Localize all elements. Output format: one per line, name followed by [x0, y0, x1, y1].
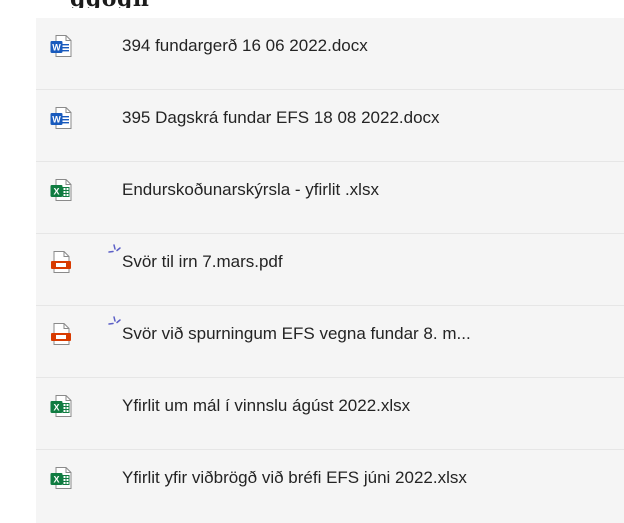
file-row[interactable]: X Yfirlit um mál í vinnslu ágúst 2022.xl…: [36, 378, 624, 450]
file-name: Svör við spurningum EFS vegna fundar 8. …: [122, 324, 471, 343]
file-name: Yfirlit yfir viðbrögð við bréfi EFS júni…: [122, 468, 467, 487]
excel-icon: X: [50, 466, 72, 490]
svg-text:X: X: [53, 186, 59, 196]
file-name: 395 Dagskrá fundar EFS 18 08 2022.docx: [122, 108, 440, 127]
file-row[interactable]: X Endurskoðunarskýrsla - yfirlit .xlsx: [36, 162, 624, 234]
file-name: 394 fundargerð 16 06 2022.docx: [122, 36, 368, 55]
section-heading: ggögn: [70, 0, 160, 8]
word-icon: W: [50, 34, 72, 58]
file-name: Yfirlit um mál í vinnslu ágúst 2022.xlsx: [122, 396, 411, 415]
file-name: Endurskoðunarskýrsla - yfirlit .xlsx: [122, 180, 379, 199]
pdf-icon: [50, 322, 72, 346]
file-row[interactable]: W 395 Dagskrá fundar EFS 18 08 2022.docx: [36, 90, 624, 162]
section-heading-text: ggögn: [70, 0, 149, 8]
file-list: W 394 fundargerð 16 06 2022.docx W 395 D…: [36, 18, 624, 523]
file-row[interactable]: X Yfirlit yfir viðbrögð við bréfi EFS jú…: [36, 450, 624, 522]
excel-icon: X: [50, 178, 72, 202]
file-row[interactable]: W 394 fundargerð 16 06 2022.docx: [36, 18, 624, 90]
svg-text:W: W: [52, 42, 61, 52]
file-name: Svör til irn 7.mars.pdf: [122, 252, 283, 271]
excel-icon: X: [50, 394, 72, 418]
svg-text:W: W: [52, 114, 61, 124]
svg-text:X: X: [53, 402, 59, 412]
file-row[interactable]: Svör til irn 7.mars.pdf: [36, 234, 624, 306]
word-icon: W: [50, 106, 72, 130]
new-indicator-icon: [108, 316, 122, 330]
file-row[interactable]: Svör við spurningum EFS vegna fundar 8. …: [36, 306, 624, 378]
pdf-icon: [50, 250, 72, 274]
svg-text:X: X: [53, 474, 59, 484]
new-indicator-icon: [108, 244, 122, 258]
